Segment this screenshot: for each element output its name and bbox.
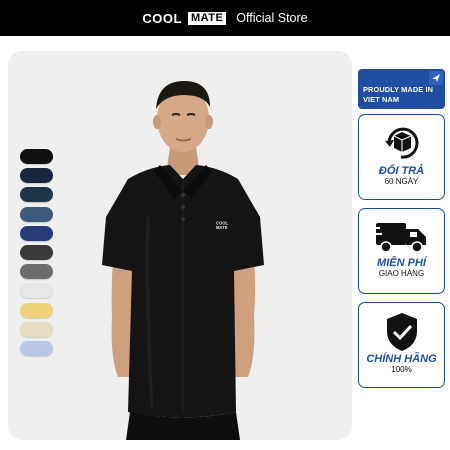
product-image-card: COOL MATE bbox=[8, 51, 352, 440]
brand-logo-mate: MATE bbox=[187, 11, 227, 25]
authentic-subtitle: 100% bbox=[391, 365, 412, 374]
made-in-vietnam-badge: PROUDLY MADE IN VIET NAM bbox=[358, 69, 445, 109]
color-swatch-beige[interactable] bbox=[20, 321, 53, 337]
color-swatch-dark-navy[interactable] bbox=[20, 168, 53, 184]
authentic-title: CHÍNH HÃNG bbox=[366, 353, 437, 365]
store-header: COOL MATE Official Store bbox=[0, 0, 450, 36]
store-label: Official Store bbox=[236, 11, 308, 25]
model-photo: COOL MATE bbox=[102, 81, 264, 440]
box-return-icon bbox=[384, 127, 418, 159]
color-swatch-steel-blue[interactable] bbox=[20, 206, 53, 222]
color-swatch-white[interactable] bbox=[20, 283, 53, 299]
color-swatch-black[interactable] bbox=[20, 149, 53, 164]
brand-logo-cool: COOL bbox=[142, 10, 182, 26]
svg-text:MATE: MATE bbox=[216, 225, 228, 230]
color-swatch-grey[interactable] bbox=[20, 264, 53, 280]
free-shipping-title: MIỄN PHÍ bbox=[377, 257, 426, 269]
return-policy-tile: ĐỔI TRẢ 60 NGÀY bbox=[358, 114, 445, 200]
shield-check-icon bbox=[386, 313, 417, 351]
free-shipping-subtitle: GIAO HÀNG bbox=[378, 269, 425, 278]
return-policy-title: ĐỔI TRẢ bbox=[378, 165, 425, 177]
free-shipping-tile: MIỄN PHÍ GIAO HÀNG bbox=[358, 208, 445, 294]
delivery-truck-icon bbox=[373, 223, 426, 253]
color-swatch-dark-teal[interactable] bbox=[20, 187, 53, 203]
return-policy-subtitle: 60 NGÀY bbox=[384, 177, 419, 186]
made-in-vietnam-text: PROUDLY MADE IN VIET NAM bbox=[363, 85, 434, 104]
authentic-tile: CHÍNH HÃNG 100% bbox=[358, 302, 445, 388]
color-swatch-list bbox=[20, 149, 54, 360]
color-swatch-yellow[interactable] bbox=[20, 302, 53, 318]
color-swatch-light-blue[interactable] bbox=[20, 340, 53, 356]
color-swatch-charcoal[interactable] bbox=[20, 244, 53, 260]
color-swatch-navy[interactable] bbox=[20, 225, 53, 241]
plane-icon bbox=[429, 71, 443, 85]
